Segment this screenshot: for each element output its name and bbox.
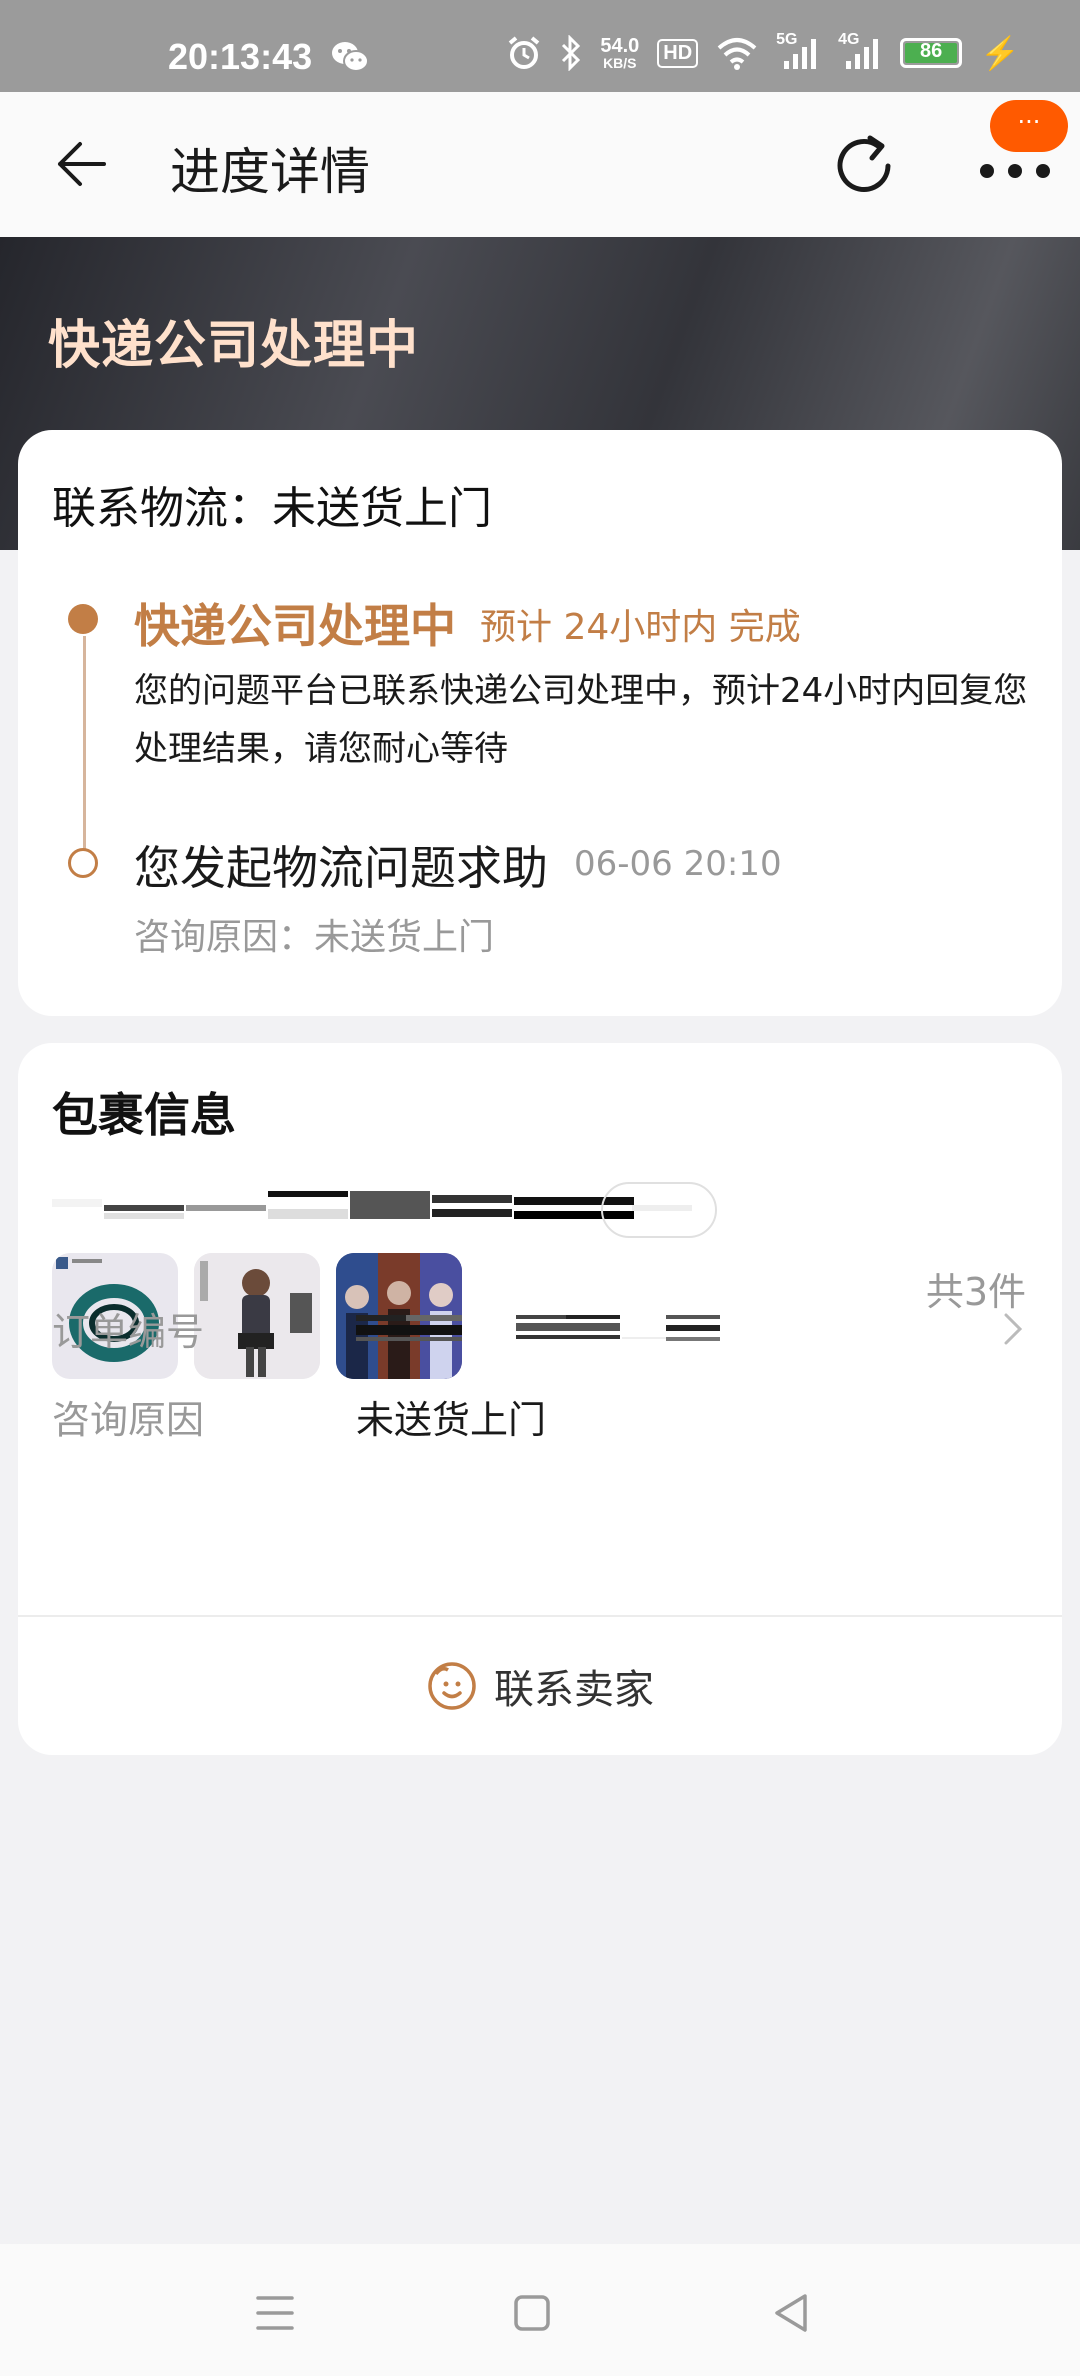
contact-seller-label: 联系卖家 — [494, 1667, 654, 1713]
battery-icon: 86 — [900, 38, 963, 68]
status-time: 20:13:43 — [168, 36, 313, 77]
smile-icon — [428, 1662, 476, 1710]
step-description: 您的问题平台已联系快递公司处理中，预计24小时内回复您处理结果，请您耐心等待 — [134, 671, 1028, 769]
order-number-label: 订单编号 — [52, 1310, 205, 1354]
wechat-icon — [332, 42, 369, 72]
timeline-dot-past — [68, 848, 98, 878]
back-triangle-icon[interactable] — [757, 2278, 827, 2348]
hd-icon: HD — [657, 38, 699, 68]
back-arrow-icon[interactable] — [46, 128, 118, 200]
app-bar: 进度详情 — [0, 92, 1080, 237]
step-time: 06-06 20:10 — [574, 844, 782, 884]
system-nav-bar — [0, 2244, 1080, 2376]
redacted-shop-name — [52, 1182, 717, 1238]
charging-icon: ⚡ — [980, 35, 1020, 71]
timeline-dot-current — [68, 604, 98, 634]
consult-reason-row: 咨询原因 未送货上门 — [52, 1389, 1052, 1449]
step-reason: 咨询原因：未送货上门 — [134, 917, 495, 958]
home-icon[interactable] — [497, 2278, 567, 2348]
more-dots-icon — [980, 164, 1050, 178]
banner-status-title: 快递公司处理中 — [48, 316, 420, 376]
page-title: 进度详情 — [170, 143, 370, 201]
progress-card: 联系物流：未送货上门 快递公司处理中 预计 24小时内 完成 您的问题平台已联系… — [18, 430, 1062, 1016]
network-speed: 54.0 KB/S — [600, 36, 639, 70]
step-eta: 预计 24小时内 完成 — [480, 607, 801, 648]
order-number-row[interactable]: 订单编号 — [52, 1301, 1052, 1361]
alarm-icon — [509, 36, 540, 69]
step-title: 您发起物流问题求助 — [134, 841, 548, 895]
speed-value: 54.0 — [600, 35, 640, 57]
contact-seller-button[interactable]: 联系卖家 — [18, 1617, 1062, 1755]
consult-reason-label: 咨询原因 — [52, 1398, 205, 1442]
refresh-icon[interactable] — [826, 128, 902, 204]
timeline-line — [83, 636, 86, 850]
step-title: 快递公司处理中 — [134, 599, 456, 653]
package-heading: 包裹信息 — [52, 1088, 236, 1142]
speed-unit: KB/S — [603, 55, 637, 71]
redacted-order-number — [356, 1315, 720, 1341]
bluetooth-icon — [562, 35, 581, 71]
progress-heading: 联系物流：未送货上门 — [52, 483, 492, 534]
consult-reason-value: 未送货上门 — [356, 1398, 547, 1442]
status-bar: 20:13:43 54.0 KB/S HD 5G 4G 86 ⚡ — [0, 0, 1080, 92]
signal-5g-icon: 5G — [776, 31, 820, 71]
package-info-card: 包裹信息 共3件 订单编号 咨询原因 未送货上门 联系卖家 — [18, 1043, 1062, 1755]
menu-icon[interactable] — [240, 2278, 310, 2348]
notification-badge[interactable]: ··· — [990, 100, 1068, 152]
wifi-icon — [717, 38, 757, 70]
battery-level: 86 — [920, 40, 943, 62]
chevron-right-icon — [1004, 1313, 1023, 1345]
signal-4g-icon: 4G — [838, 31, 882, 71]
